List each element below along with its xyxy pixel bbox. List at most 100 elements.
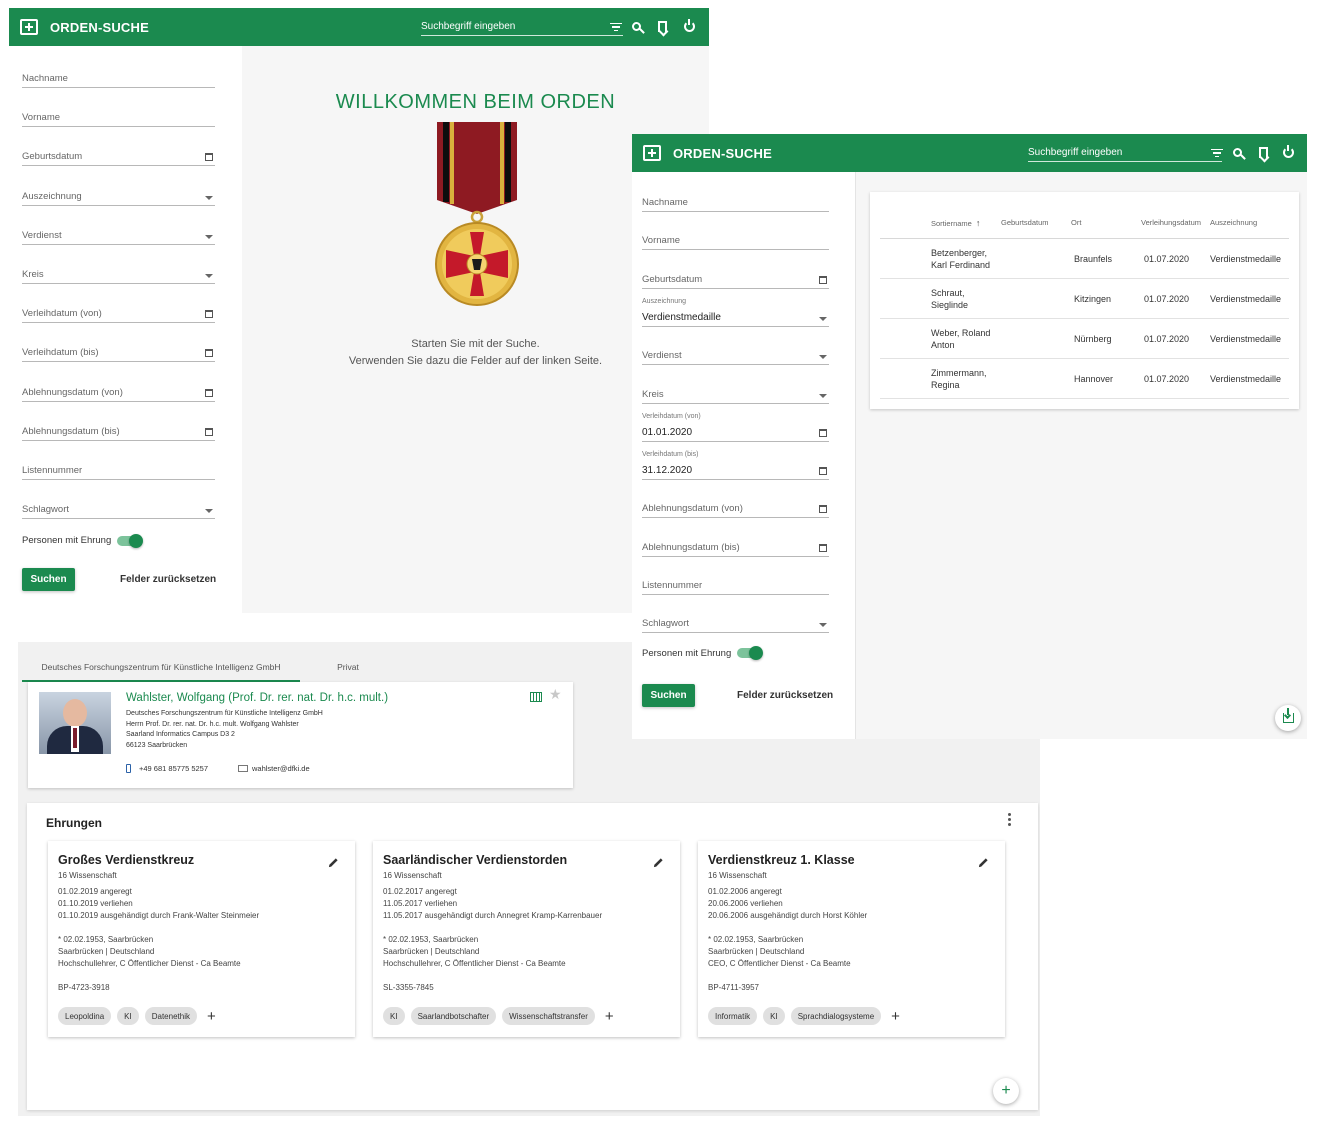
pencil-icon[interactable] bbox=[653, 857, 664, 868]
field-verleihdatum-bis[interactable]: Verleihdatum (bis) bbox=[22, 342, 215, 363]
calendar-icon[interactable] bbox=[205, 349, 213, 358]
tag-chip[interactable]: KI bbox=[117, 1007, 139, 1025]
field-verleihdatum-von[interactable]: Verleihdatum (von) bbox=[22, 303, 215, 324]
field-verdienst[interactable]: Verdienst bbox=[22, 225, 215, 245]
add-tag-icon[interactable]: + bbox=[605, 1009, 614, 1024]
calendar-icon[interactable] bbox=[205, 310, 213, 319]
header-search[interactable] bbox=[421, 18, 623, 36]
dropdown-arrow-icon[interactable] bbox=[819, 355, 827, 360]
reset-fields-button[interactable]: Felder zurücksetzen bbox=[737, 690, 833, 701]
calendar-icon[interactable] bbox=[205, 153, 213, 162]
toggle-switch[interactable] bbox=[737, 646, 764, 661]
dropdown-arrow-icon[interactable] bbox=[819, 623, 827, 628]
dropdown-arrow-icon[interactable] bbox=[205, 274, 213, 278]
award-card-2[interactable]: Saarländischer Verdienstorden 16 Wissens… bbox=[373, 841, 680, 1037]
column-header-verleihungsdatum[interactable]: Verleihungsdatum bbox=[1141, 218, 1201, 227]
power-icon[interactable] bbox=[681, 18, 697, 34]
column-header-sortiername[interactable]: Sortiername ↑ bbox=[931, 218, 980, 228]
award-card-1[interactable]: Großes Verdienstkreuz 16 Wissenschaft 01… bbox=[48, 841, 355, 1037]
tab-dfki[interactable]: Deutsches Forschungszentrum für Künstlic… bbox=[22, 652, 300, 682]
reset-fields-button[interactable]: Felder zurücksetzen bbox=[120, 574, 216, 585]
field-listennummer[interactable]: Listennummer bbox=[22, 460, 215, 480]
table-row[interactable]: Betzenberger, Karl Ferdinand Braunfels 0… bbox=[880, 239, 1289, 279]
calendar-icon[interactable] bbox=[819, 275, 827, 284]
field-label: Listennummer bbox=[22, 465, 83, 476]
search-icon[interactable] bbox=[1229, 144, 1245, 160]
organization-icon[interactable] bbox=[530, 692, 542, 702]
filter-icon[interactable] bbox=[1209, 145, 1225, 161]
filter-icon[interactable] bbox=[608, 19, 624, 35]
tag-chip[interactable]: Datenethik bbox=[144, 1007, 197, 1025]
calendar-icon[interactable] bbox=[205, 388, 213, 397]
add-tag-icon[interactable]: + bbox=[891, 1009, 900, 1024]
field-ablehnungsdatum-bis[interactable]: Ablehnungsdatum (bis) bbox=[642, 537, 829, 557]
tag-chip[interactable]: Sprachdialogsysteme bbox=[790, 1007, 882, 1025]
export-button[interactable] bbox=[1275, 705, 1301, 731]
tag-chip[interactable]: Wissenschaftstransfer bbox=[502, 1007, 595, 1025]
search-icon[interactable] bbox=[628, 18, 644, 34]
add-tag-icon[interactable]: + bbox=[207, 1009, 216, 1024]
column-header-ort[interactable]: Ort bbox=[1071, 218, 1081, 227]
column-header-auszeichnung[interactable]: Auszeichnung bbox=[1210, 218, 1257, 227]
toggle-switch[interactable] bbox=[117, 533, 144, 548]
header-search[interactable] bbox=[1028, 144, 1222, 162]
bookmark-icon[interactable] bbox=[1255, 144, 1271, 160]
star-icon[interactable]: ★ bbox=[549, 686, 562, 703]
award-card-3[interactable]: Verdienstkreuz 1. Klasse 16 Wissenschaft… bbox=[698, 841, 1005, 1037]
field-vorname[interactable]: Vorname bbox=[642, 230, 829, 251]
table-row[interactable]: Schraut, Sieglinde Kitzingen 01.07.2020 … bbox=[880, 279, 1289, 319]
field-vorname[interactable]: Vorname bbox=[22, 107, 215, 128]
more-vert-icon[interactable] bbox=[1008, 813, 1011, 826]
field-kreis[interactable]: Kreis bbox=[22, 264, 215, 284]
field-ablehnungsdatum-von[interactable]: Ablehnungsdatum (von) bbox=[642, 498, 829, 519]
toggle-personen-mit-ehrung[interactable]: Personen mit Ehrung bbox=[22, 533, 144, 548]
tag-chip[interactable]: Leopoldina bbox=[58, 1007, 112, 1025]
field-auszeichnung[interactable]: Auszeichnung Verdienstmedaille bbox=[642, 298, 829, 327]
tag-chip[interactable]: KI bbox=[383, 1007, 405, 1025]
phone-row[interactable]: +49 681 85775 5257 bbox=[126, 764, 208, 773]
dropdown-arrow-icon[interactable] bbox=[205, 234, 213, 239]
search-button[interactable]: Suchen bbox=[642, 683, 695, 707]
column-header-geburtsdatum[interactable]: Geburtsdatum bbox=[1001, 218, 1049, 227]
tag-chip[interactable]: Informatik bbox=[708, 1007, 758, 1025]
field-verleihdatum-bis[interactable]: Verleihdatum (bis) 31.12.2020 bbox=[642, 451, 829, 481]
dropdown-arrow-icon[interactable] bbox=[819, 316, 827, 321]
tab-privat[interactable]: Privat bbox=[300, 652, 396, 682]
calendar-icon[interactable] bbox=[819, 543, 827, 552]
tag-chip[interactable]: KI bbox=[763, 1007, 785, 1025]
field-schlagwort[interactable]: Schlagwort bbox=[22, 499, 215, 520]
field-geburtsdatum[interactable]: Geburtsdatum bbox=[642, 269, 829, 289]
dropdown-arrow-icon[interactable] bbox=[205, 195, 213, 200]
pencil-icon[interactable] bbox=[328, 857, 339, 868]
search-button[interactable]: Suchen bbox=[22, 568, 75, 592]
field-listennummer[interactable]: Listennummer bbox=[642, 575, 829, 595]
toggle-personen-mit-ehrung[interactable]: Personen mit Ehrung bbox=[642, 646, 764, 661]
field-nachname[interactable]: Nachname bbox=[642, 192, 829, 212]
calendar-icon[interactable] bbox=[205, 427, 213, 436]
field-kreis[interactable]: Kreis bbox=[642, 384, 829, 404]
email-row[interactable]: wahlster@dfki.de bbox=[238, 764, 310, 773]
calendar-icon[interactable] bbox=[819, 428, 827, 437]
bookmark-icon[interactable] bbox=[654, 18, 670, 34]
header-search-input[interactable] bbox=[421, 21, 623, 32]
field-nachname[interactable]: Nachname bbox=[22, 68, 215, 88]
power-icon[interactable] bbox=[1280, 144, 1296, 160]
dropdown-arrow-icon[interactable] bbox=[819, 393, 827, 398]
tag-chip[interactable]: Saarlandbotschafter bbox=[410, 1007, 497, 1025]
field-verdienst[interactable]: Verdienst bbox=[642, 345, 829, 366]
field-verleihdatum-von[interactable]: Verleihdatum (von) 01.01.2020 bbox=[642, 413, 829, 442]
add-award-button[interactable]: + bbox=[993, 1078, 1019, 1104]
field-auszeichnung[interactable]: Auszeichnung bbox=[22, 186, 215, 206]
field-ablehnungsdatum-von[interactable]: Ablehnungsdatum (von) bbox=[22, 382, 215, 402]
dropdown-arrow-icon[interactable] bbox=[205, 509, 213, 514]
field-schlagwort[interactable]: Schlagwort bbox=[642, 613, 829, 634]
calendar-icon[interactable] bbox=[819, 467, 827, 476]
header-search-input[interactable] bbox=[1028, 147, 1222, 158]
field-geburtsdatum[interactable]: Geburtsdatum bbox=[22, 146, 215, 167]
calendar-icon[interactable] bbox=[819, 505, 827, 514]
field-ablehnungsdatum-bis[interactable]: Ablehnungsdatum (bis) bbox=[22, 421, 215, 441]
table-row[interactable]: Zimmermann, Regina Hannover 01.07.2020 V… bbox=[880, 359, 1289, 399]
toggle-label: Personen mit Ehrung bbox=[22, 535, 112, 547]
pencil-icon[interactable] bbox=[978, 857, 989, 868]
table-row[interactable]: Weber, Roland Anton Nürnberg 01.07.2020 … bbox=[880, 319, 1289, 359]
